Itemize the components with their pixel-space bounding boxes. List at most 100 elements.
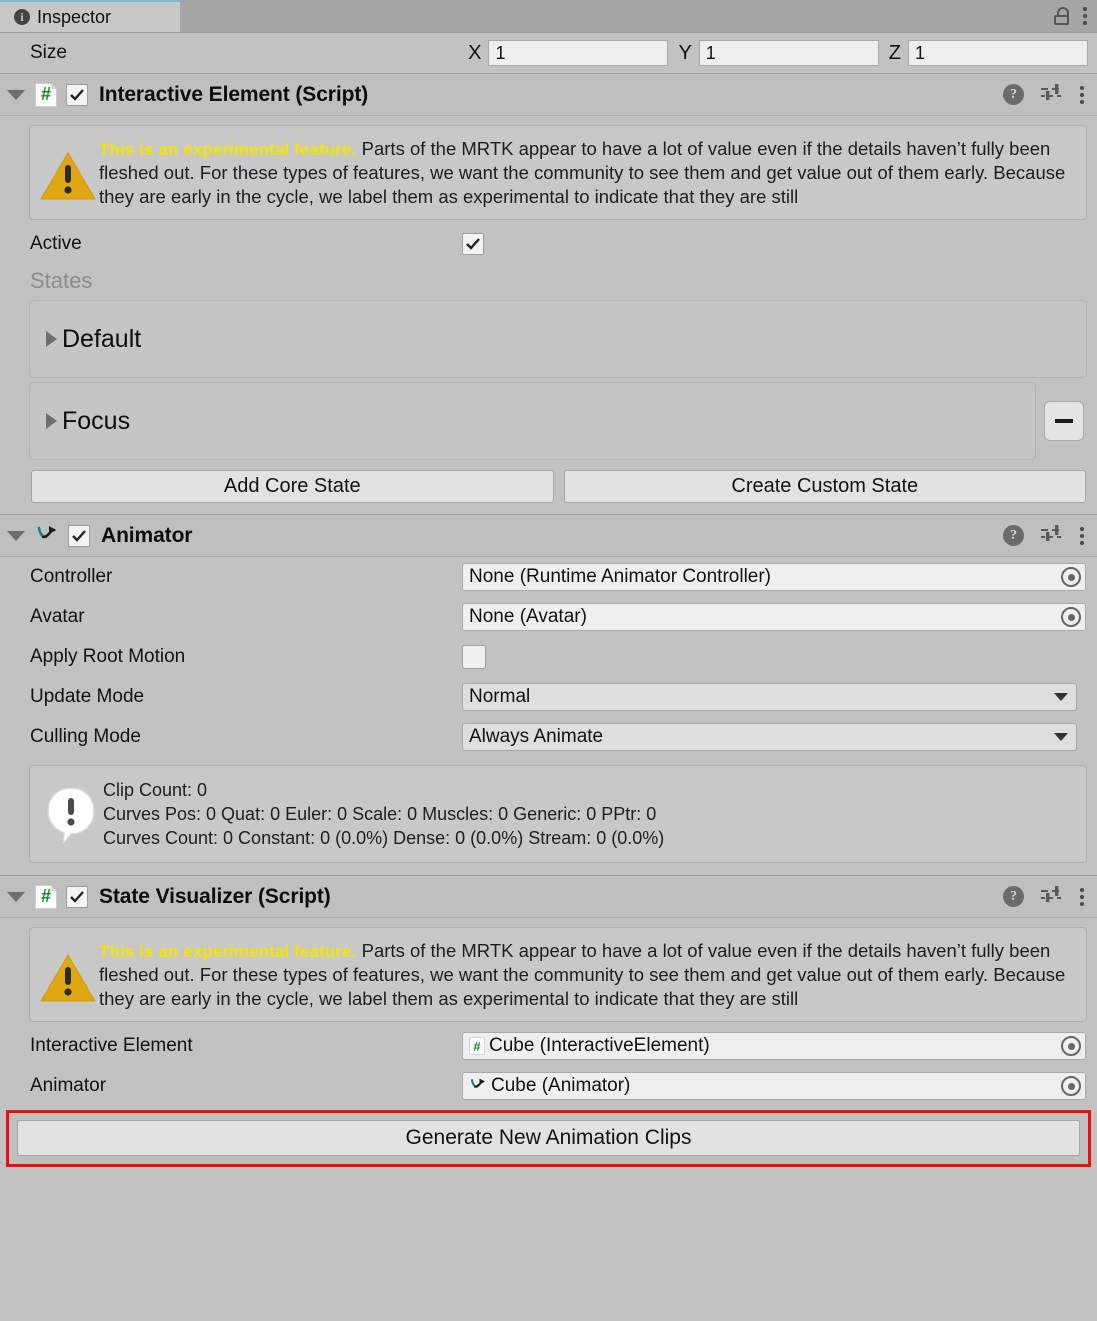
experimental-warning-box: This is an experimental feature. Parts o…	[29, 125, 1087, 220]
animator-avatar-label: Avatar	[30, 606, 85, 627]
state-foldout-focus[interactable]: Focus	[29, 382, 1036, 460]
states-section-label: States	[30, 268, 93, 293]
help-icon[interactable]: ?	[1003, 886, 1024, 907]
tab-inspector[interactable]: i Inspector	[0, 0, 180, 32]
object-picker-icon[interactable]	[1061, 567, 1081, 587]
component-header-interactive-element[interactable]: # Interactive Element (Script) ?	[0, 73, 1097, 116]
size-row: Size X 1 Y 1 Z 1	[0, 33, 1097, 73]
create-custom-state-button[interactable]: Create Custom State	[563, 470, 1086, 503]
kebab-menu-icon[interactable]	[1083, 7, 1088, 25]
tabbar-actions	[1053, 0, 1091, 32]
animator-controller-field[interactable]: None (Runtime Animator Controller)	[462, 563, 1086, 591]
animator-avatar-field[interactable]: None (Avatar)	[462, 603, 1086, 631]
help-icon[interactable]: ?	[1003, 84, 1024, 105]
animator-controller-label: Controller	[30, 566, 113, 587]
foldout-arrow-icon[interactable]	[7, 530, 25, 541]
foldout-arrow-icon[interactable]	[7, 891, 25, 902]
update-mode-dropdown[interactable]: Normal	[462, 683, 1077, 711]
warning-triangle-icon	[39, 937, 97, 1003]
animator-body: Controller None (Runtime Animator Contro…	[0, 557, 1097, 875]
size-x-input[interactable]: 1	[488, 40, 669, 66]
foldout-arrow-icon[interactable]	[7, 89, 25, 100]
sv-interactive-element-value: Cube (InteractiveElement)	[489, 1035, 710, 1056]
object-picker-icon[interactable]	[1061, 607, 1081, 627]
animator-info-box: Clip Count: 0 Curves Pos: 0 Quat: 0 Eule…	[29, 765, 1087, 863]
preset-sliders-icon[interactable]	[1040, 524, 1064, 548]
chevron-down-icon	[1054, 693, 1068, 701]
tab-inspector-label: Inspector	[37, 6, 112, 27]
size-z-group: Z 1	[879, 40, 1088, 66]
animator-title: Animator	[101, 523, 193, 547]
kebab-menu-icon[interactable]	[1080, 85, 1085, 104]
active-label: Active	[30, 233, 82, 254]
sv-interactive-element-field[interactable]: # Cube (InteractiveElement)	[462, 1032, 1086, 1060]
experimental-warning-text-2: This is an experimental feature. Parts o…	[97, 937, 1077, 1011]
state-default-row: Default	[46, 325, 141, 354]
animator-enabled-checkbox[interactable]	[68, 524, 90, 547]
state-foldout-default[interactable]: Default	[29, 300, 1087, 378]
state-visualizer-body: This is an experimental feature. Parts o…	[0, 927, 1097, 1169]
inspector-tabbar: i Inspector	[0, 0, 1097, 33]
interactive-element-title: Interactive Element (Script)	[99, 82, 369, 106]
interactive-element-body: This is an experimental feature. Parts o…	[0, 125, 1097, 514]
generate-clips-highlight: Generate New Animation Clips	[6, 1110, 1091, 1167]
remove-state-button[interactable]	[1044, 401, 1084, 441]
lock-open-icon[interactable]	[1053, 7, 1071, 25]
component-header-animator[interactable]: Animator ?	[0, 514, 1097, 557]
animator-avatar-value: None (Avatar)	[469, 606, 587, 627]
size-y-input[interactable]: 1	[698, 40, 879, 66]
culling-mode-dropdown[interactable]: Always Animate	[462, 723, 1077, 751]
animator-avatar-row: Avatar None (Avatar)	[0, 597, 1097, 637]
sv-animator-label: Animator	[30, 1075, 107, 1096]
culling-mode-value: Always Animate	[469, 726, 604, 747]
size-y-group: Y 1	[668, 40, 879, 66]
chevron-right-icon[interactable]	[46, 331, 57, 347]
preset-sliders-icon[interactable]	[1040, 885, 1064, 909]
interactive-element-header-icons: ?	[1003, 83, 1097, 107]
sv-animator-row: Animator Cube (Animator)	[0, 1066, 1097, 1106]
size-label: Size	[30, 42, 67, 63]
generate-new-animation-clips-button[interactable]: Generate New Animation Clips	[17, 1120, 1080, 1156]
active-checkbox[interactable]	[462, 233, 484, 255]
interactive-element-enabled-checkbox[interactable]	[66, 83, 88, 106]
experimental-warning-box-2: This is an experimental feature. Parts o…	[29, 927, 1087, 1022]
preset-sliders-icon[interactable]	[1040, 83, 1064, 107]
apply-root-motion-checkbox[interactable]	[462, 645, 486, 669]
size-vector3-field: X 1 Y 1 Z 1	[458, 40, 1097, 66]
help-icon[interactable]: ?	[1003, 525, 1024, 546]
size-z-input[interactable]: 1	[908, 40, 1088, 66]
warning-triangle-icon	[39, 135, 97, 201]
script-icon: #	[35, 82, 57, 107]
active-row: Active	[0, 224, 1097, 264]
size-z-axis-label: Z	[888, 41, 901, 64]
chevron-down-icon	[1054, 733, 1068, 741]
state-focus-label: Focus	[62, 406, 131, 435]
state-visualizer-enabled-checkbox[interactable]	[66, 885, 88, 908]
animator-header-icons: ?	[1003, 524, 1097, 548]
state-focus-row: Focus	[0, 382, 1087, 460]
update-mode-label: Update Mode	[30, 686, 145, 707]
state-default-label: Default	[62, 324, 142, 353]
kebab-menu-icon[interactable]	[1080, 887, 1085, 906]
state-visualizer-title: State Visualizer (Script)	[99, 884, 331, 908]
inspector-window: i Inspector Size X 1 Y 1 Z 1 # Interacti…	[0, 0, 1097, 1321]
apply-root-motion-label: Apply Root Motion	[30, 646, 186, 667]
sv-interactive-element-row: Interactive Element # Cube (InteractiveE…	[0, 1026, 1097, 1066]
update-mode-row: Update Mode Normal	[0, 677, 1097, 717]
object-picker-icon[interactable]	[1061, 1076, 1081, 1096]
script-icon: #	[469, 1037, 485, 1055]
info-icon: i	[14, 9, 30, 25]
size-x-group: X 1	[458, 40, 669, 66]
object-picker-icon[interactable]	[1061, 1036, 1081, 1056]
sv-animator-field[interactable]: Cube (Animator)	[462, 1072, 1086, 1100]
experimental-warning-title: This is an experimental feature.	[99, 140, 357, 159]
minus-icon	[1055, 419, 1073, 423]
chevron-right-icon[interactable]	[46, 413, 57, 429]
animator-controller-row: Controller None (Runtime Animator Contro…	[0, 557, 1097, 597]
size-x-axis-label: X	[468, 41, 482, 64]
kebab-menu-icon[interactable]	[1080, 526, 1085, 545]
sv-interactive-element-label: Interactive Element	[30, 1035, 193, 1056]
add-core-state-button[interactable]: Add Core State	[31, 470, 554, 503]
component-header-state-visualizer[interactable]: # State Visualizer (Script) ?	[0, 875, 1097, 918]
animator-icon	[35, 524, 59, 548]
